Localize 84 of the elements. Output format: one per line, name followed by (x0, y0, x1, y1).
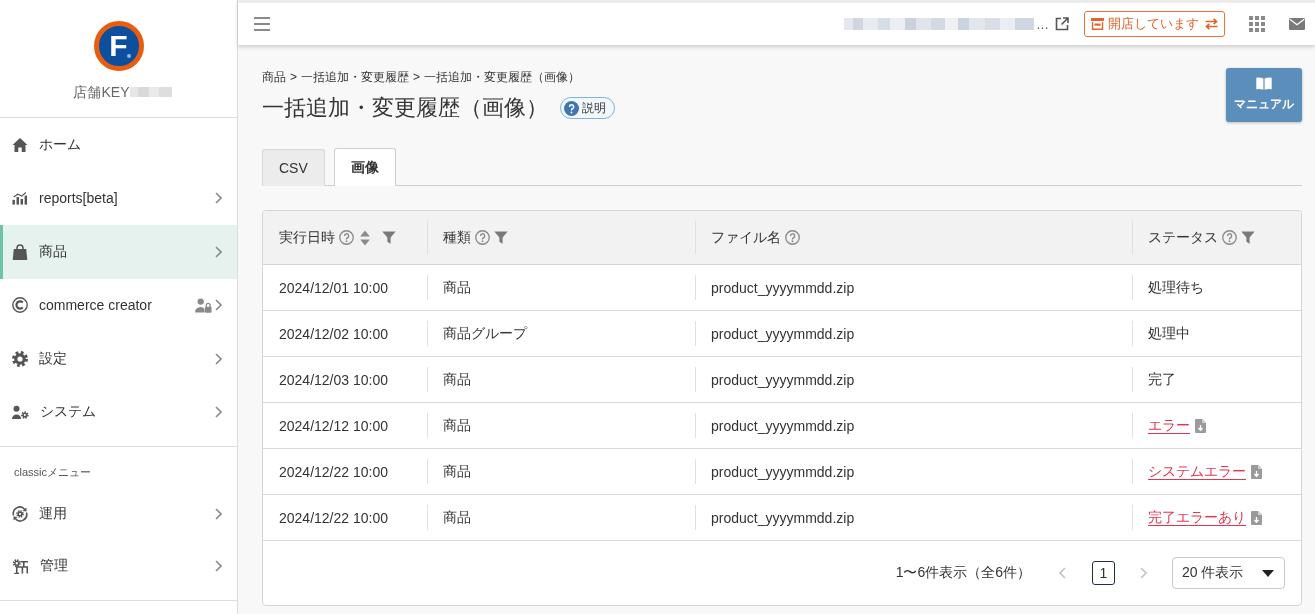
chevron-right-icon (1140, 567, 1147, 579)
table-cell: 完了 (1132, 357, 1301, 402)
help-icon[interactable] (339, 230, 354, 245)
help-icon[interactable] (785, 230, 800, 245)
filter-icon[interactable] (382, 231, 396, 244)
table-cell: 処理待ち (1132, 265, 1301, 310)
sync-gear-icon (12, 506, 28, 522)
filter-icon[interactable] (494, 231, 508, 244)
table-cell: 商品 (427, 265, 695, 310)
table-cell-text: 2024/12/03 10:00 (278, 370, 389, 390)
store-logo: F (93, 21, 144, 71)
status-link[interactable]: システムエラー (1148, 462, 1246, 481)
table-cell: 処理中 (1132, 311, 1301, 356)
help-icon (564, 100, 579, 116)
breadcrumb-separator: > (290, 69, 297, 85)
store-status-button[interactable]: 開店しています (1084, 11, 1225, 37)
table-cell-text: 2024/12/12 10:00 (278, 416, 389, 436)
table-cell: product_yyyymmdd.zip (695, 495, 1132, 540)
table-cell: 商品 (427, 449, 695, 494)
sidebar-item[interactable]: 運用 (0, 488, 237, 540)
mail-icon[interactable] (1289, 18, 1305, 30)
table-cell: product_yyyymmdd.zip (695, 265, 1132, 310)
filter-icon[interactable] (1241, 231, 1255, 244)
apps-grid-icon[interactable] (1249, 16, 1265, 32)
pagination-summary: 1〜6件表示（全6件） (895, 564, 1031, 582)
section-heading: classicメニュー (13, 465, 92, 479)
column-header: 実行日時 (279, 228, 335, 247)
sidebar-item[interactable]: システム (0, 385, 237, 439)
column-header: ステータス (1148, 228, 1218, 247)
gear-icon (12, 350, 28, 367)
store-key-label: 店舗KEY (73, 83, 130, 101)
sidebar-item[interactable]: commerce creator (0, 278, 237, 332)
swap-arrows-icon (1205, 18, 1218, 30)
pixelated-block (129, 87, 172, 97)
home-icon (12, 136, 28, 153)
status-link[interactable]: 完了エラーあり (1148, 508, 1246, 527)
breadcrumb-item: 一括追加・変更履歴（画像） (424, 69, 581, 85)
sidebar-item[interactable]: 設定 (0, 332, 237, 386)
shopping-bag-icon (12, 243, 28, 260)
column-header: ファイル名 (711, 228, 781, 247)
breadcrumb-separator: > (413, 69, 421, 85)
table-cell: product_yyyymmdd.zip (695, 403, 1132, 448)
bar-chart-icon (12, 190, 28, 207)
table-cell: 商品 (427, 403, 695, 448)
external-link-icon[interactable] (1055, 17, 1069, 31)
column-header: 種類 (443, 228, 471, 247)
tab[interactable]: 画像 (333, 148, 396, 186)
help-badge[interactable]: 説明 (560, 97, 615, 119)
breadcrumb-item[interactable]: 一括追加・変更履歴 (301, 69, 409, 85)
sort-icon[interactable] (360, 229, 370, 246)
chevron-left-icon (1059, 567, 1066, 579)
table-cell: 商品 (427, 495, 695, 540)
help-icon[interactable] (1222, 230, 1237, 245)
table-cell: product_yyyymmdd.zip (695, 357, 1132, 402)
table-cell: product_yyyymmdd.zip (695, 449, 1132, 494)
table-cell: product_yyyymmdd.zip (695, 311, 1132, 356)
sitemap-gear-icon (12, 558, 29, 574)
user-gear-icon (12, 404, 29, 420)
file-download-icon[interactable] (1251, 464, 1262, 479)
url-text: … (1036, 16, 1049, 32)
file-download-icon[interactable] (1195, 418, 1206, 433)
table-cell-text: 2024/12/22 10:00 (278, 508, 389, 528)
tab[interactable]: CSV (262, 149, 325, 186)
sidebar-item[interactable]: reports[beta] (0, 171, 237, 225)
store-icon (1091, 18, 1104, 30)
sidebar-item[interactable]: 管理 (0, 540, 237, 592)
c-circle-icon (12, 297, 28, 314)
status-link[interactable]: エラー (1148, 416, 1190, 435)
table-cell-text: 2024/12/22 10:00 (278, 462, 389, 482)
table-cell: 商品グループ (427, 311, 695, 356)
book-icon (1256, 77, 1272, 90)
page-size-select[interactable]: 20 件表示 (1172, 557, 1285, 589)
page-title: 一括追加・変更履歴（画像） (262, 94, 548, 122)
breadcrumb-item[interactable]: 商品 (262, 69, 286, 85)
table-cell: 商品 (427, 357, 695, 402)
page-button[interactable]: 1 (1092, 561, 1115, 585)
sidebar-item[interactable]: ホーム (0, 118, 237, 172)
table-cell-text: 2024/12/02 10:00 (278, 324, 389, 344)
file-download-icon[interactable] (1251, 510, 1262, 525)
sidebar-item[interactable]: 商品 (0, 225, 237, 279)
menu-icon[interactable] (254, 17, 270, 31)
caret-down-icon (1262, 569, 1274, 577)
help-icon[interactable] (475, 230, 490, 245)
table-cell-text: 2024/12/01 10:00 (278, 278, 389, 298)
